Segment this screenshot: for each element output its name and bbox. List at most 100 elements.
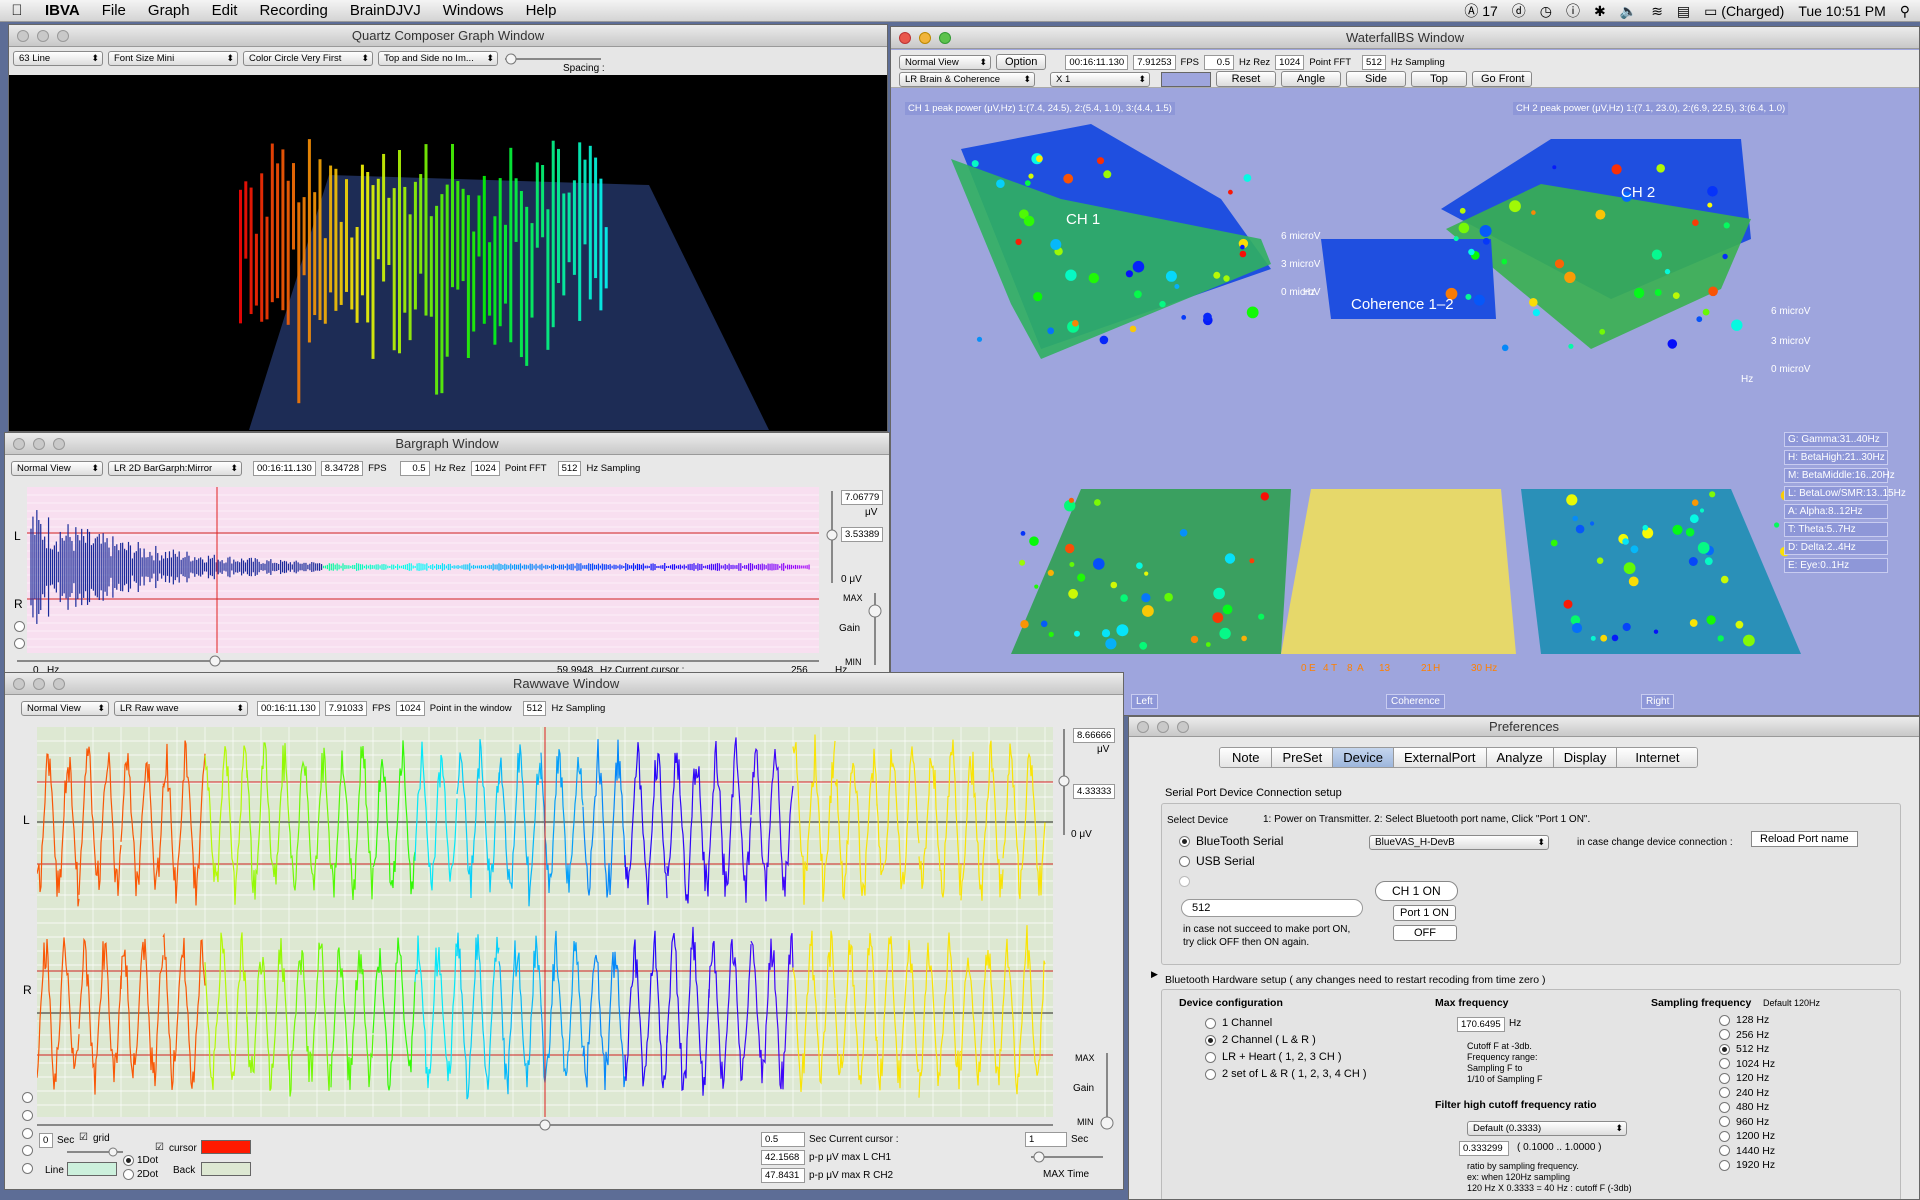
gain-slider[interactable] <box>1099 1051 1115 1131</box>
devconf-radio[interactable] <box>1205 1068 1216 1080</box>
sampling-option[interactable]: 512 Hz <box>1719 1043 1775 1055</box>
menu-windows[interactable]: Windows <box>432 2 515 19</box>
sampling-radio[interactable] <box>1719 1072 1730 1084</box>
menu-graph[interactable]: Graph <box>137 2 201 19</box>
zoom-icon[interactable] <box>1177 721 1189 733</box>
devconf-radio[interactable] <box>1205 1017 1216 1029</box>
hzrez-field[interactable]: 0.5 <box>399 461 430 476</box>
cursor-checkbox[interactable]: ☑ <box>155 1142 164 1153</box>
sampling-option[interactable]: 960 Hz <box>1719 1116 1775 1128</box>
dot1-radio[interactable] <box>123 1155 134 1166</box>
timemachine-icon[interactable]: ◷ <box>1540 3 1552 20</box>
scale-slider[interactable] <box>825 489 839 585</box>
tab-internet[interactable]: Internet <box>1617 748 1698 767</box>
gain-slider[interactable] <box>867 591 883 667</box>
line-width-slider[interactable] <box>65 1147 125 1157</box>
tab-externalport[interactable]: ExternalPort <box>1393 748 1487 767</box>
sampling-option[interactable]: 1024 Hz <box>1719 1058 1775 1070</box>
off-button[interactable]: OFF <box>1393 925 1457 941</box>
max-time-slider[interactable] <box>1029 1151 1105 1163</box>
disclosure-icon[interactable]: ▶ <box>1151 969 1158 980</box>
select-l-radio[interactable] <box>14 621 25 632</box>
go-front-button[interactable]: Go Front <box>1472 71 1532 87</box>
line-color-well[interactable] <box>67 1162 117 1176</box>
font-size-popup[interactable]: Font Size Mini <box>108 51 238 66</box>
baud-field[interactable]: 512 <box>1181 899 1363 917</box>
bluetooth-icon[interactable]: ✱ <box>1594 3 1606 20</box>
right-view-button[interactable]: Right <box>1641 694 1675 709</box>
top-button[interactable]: Top <box>1411 71 1467 87</box>
sampling-option[interactable]: 1920 Hz <box>1719 1159 1775 1171</box>
lines-popup[interactable]: 63 Line <box>13 51 103 66</box>
minimize-icon[interactable] <box>919 32 931 44</box>
apple-menu-icon[interactable]:  <box>0 2 34 19</box>
bluetooth-radio[interactable] <box>1179 836 1190 848</box>
accessibility-icon[interactable]: ⓘ <box>1566 1 1580 21</box>
select-2-radio[interactable] <box>22 1110 33 1121</box>
tab-note[interactable]: Note <box>1220 748 1273 767</box>
sampling-option[interactable]: 1440 Hz <box>1719 1145 1775 1157</box>
device-other[interactable] <box>1179 874 1283 888</box>
view-popup[interactable]: Normal View <box>11 461 103 476</box>
tab-device[interactable]: Device <box>1333 748 1394 767</box>
cursor-color-well[interactable] <box>201 1140 251 1154</box>
sampling-option[interactable]: 120 Hz <box>1719 1072 1775 1084</box>
mode-popup[interactable]: LR Brain & Coherence <box>899 71 1035 87</box>
close-icon[interactable] <box>1137 721 1149 733</box>
usb-radio[interactable] <box>1179 856 1190 868</box>
cursor-slider[interactable] <box>15 655 821 667</box>
sampling-field[interactable]: 512 <box>522 701 547 716</box>
color-popup[interactable]: Color Circle Very First <box>243 51 373 66</box>
select-r-radio[interactable] <box>14 638 25 649</box>
minimize-icon[interactable] <box>1157 721 1169 733</box>
menu-recording[interactable]: Recording <box>248 2 338 19</box>
tab-preset[interactable]: PreSet <box>1272 748 1334 767</box>
grid-checkbox[interactable]: ☑ <box>79 1132 88 1143</box>
zoom-icon[interactable] <box>57 30 69 42</box>
sampling-radio[interactable] <box>1719 1014 1730 1026</box>
sampling-radio[interactable] <box>1719 1130 1730 1142</box>
other-radio[interactable] <box>1179 876 1190 888</box>
port-on-button[interactable]: Port 1 ON <box>1393 905 1456 921</box>
minimize-icon[interactable] <box>33 438 45 450</box>
scale-top-field[interactable]: 8.66666 <box>1073 728 1116 743</box>
devconf-option[interactable]: 2 set of L & R ( 1, 2, 3, 4 CH ) <box>1205 1068 1366 1080</box>
sampling-radio[interactable] <box>1719 1159 1730 1171</box>
max-time-field[interactable]: 1 <box>1025 1132 1067 1147</box>
ch-on-button[interactable]: CH 1 ON <box>1375 881 1458 901</box>
close-icon[interactable] <box>17 30 29 42</box>
menu-edit[interactable]: Edit <box>201 2 249 19</box>
sampling-option[interactable]: 240 Hz <box>1719 1087 1775 1099</box>
filter-popup[interactable]: Default (0.3333) <box>1467 1121 1627 1136</box>
wifi-icon[interactable]: ≋ <box>1651 3 1663 20</box>
sampling-option[interactable]: 256 Hz <box>1719 1029 1775 1041</box>
sampling-option[interactable]: 128 Hz <box>1719 1014 1775 1026</box>
coherence-view-button[interactable]: Coherence <box>1386 694 1445 709</box>
sampling-radio[interactable] <box>1719 1029 1730 1041</box>
sec-field[interactable]: 0 <box>39 1133 53 1148</box>
sampling-radio[interactable] <box>1719 1116 1730 1128</box>
sampling-radio[interactable] <box>1719 1087 1730 1099</box>
select-1-radio[interactable] <box>22 1092 33 1103</box>
minimize-icon[interactable] <box>37 30 49 42</box>
points-field[interactable]: 1024 <box>395 701 425 716</box>
device-bluetooth[interactable]: BlueTooth Serial <box>1179 834 1283 848</box>
zoom-icon[interactable] <box>939 32 951 44</box>
scale-slider[interactable] <box>1057 727 1071 837</box>
devconf-option[interactable]: 1 Channel <box>1205 1017 1366 1029</box>
adobe-icon[interactable]: Ⓐ 17 <box>1464 1 1497 21</box>
sampling-field[interactable]: 512 <box>1362 54 1386 70</box>
scale-top-field[interactable]: 7.06779 <box>841 490 884 505</box>
flag-icon[interactable]: ▤ <box>1677 3 1690 20</box>
menu-help[interactable]: Help <box>515 2 568 19</box>
devconf-radio[interactable] <box>1205 1051 1216 1063</box>
back-color-well[interactable] <box>201 1162 251 1176</box>
view-popup[interactable]: Top and Side no Im... <box>378 51 498 66</box>
cursor-sec-field[interactable]: 0.5 <box>761 1132 805 1147</box>
filter-field[interactable]: 0.333299 <box>1459 1141 1509 1156</box>
color-well[interactable] <box>1161 71 1211 87</box>
cursor-slider[interactable] <box>35 1119 1055 1131</box>
devconf-radio[interactable] <box>1205 1034 1216 1046</box>
battery-icon[interactable]: ▭ (Charged) <box>1704 3 1784 20</box>
reset-button[interactable]: Reset <box>1216 71 1276 87</box>
